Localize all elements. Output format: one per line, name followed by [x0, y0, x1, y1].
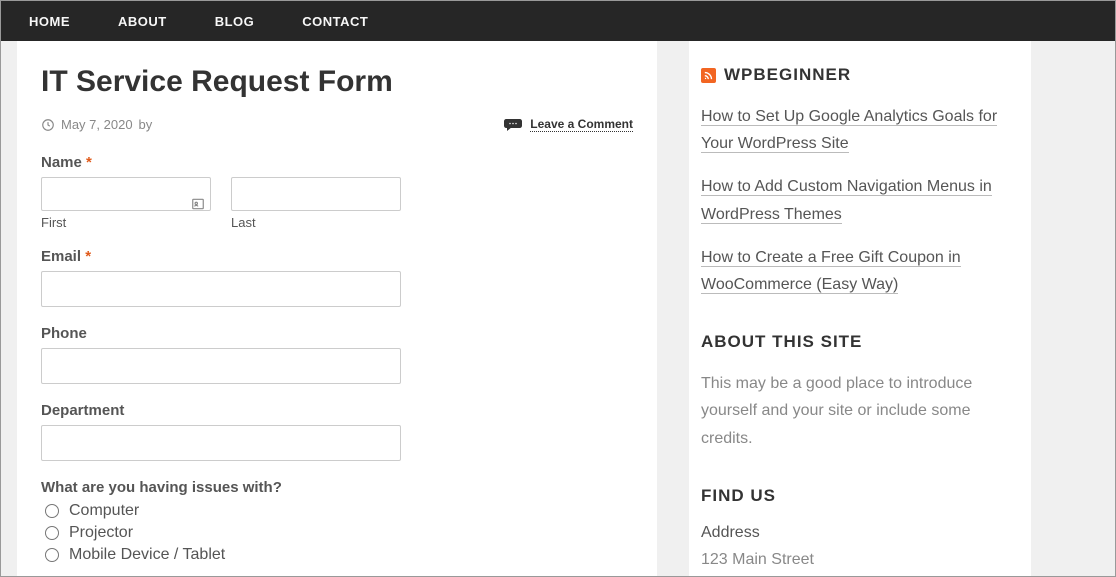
address-label: Address	[701, 524, 1015, 542]
issue-option-computer: Computer	[69, 502, 139, 520]
issue-radio-mobile[interactable]	[45, 548, 59, 562]
email-input[interactable]	[41, 271, 401, 307]
sidebar: WPBEGINNER How to Set Up Google Analytic…	[689, 41, 1031, 576]
post-meta: May 7, 2020 by Leave a Comment	[41, 117, 633, 132]
rss-icon	[701, 68, 716, 83]
contact-card-icon	[191, 197, 205, 211]
department-label: Department	[41, 402, 633, 419]
widget-about: ABOUT THIS SITE This may be a good place…	[701, 332, 1031, 452]
top-nav: HOME ABOUT BLOG CONTACT	[1, 1, 1115, 41]
issue-option-mobile: Mobile Device / Tablet	[69, 546, 225, 564]
last-name-input[interactable]	[231, 177, 401, 211]
first-name-input[interactable]	[41, 177, 211, 211]
comment-icon	[504, 118, 522, 132]
feed-link-0[interactable]: How to Set Up Google Analytics Goals for…	[701, 108, 997, 153]
feed-link-1[interactable]: How to Add Custom Navigation Menus in Wo…	[701, 178, 992, 223]
issue-radio-projector[interactable]	[45, 526, 59, 540]
address-line2: New York, NY 10001	[701, 573, 1015, 576]
about-text: This may be a good place to introduce yo…	[701, 370, 1015, 452]
issues-label: What are you having issues with?	[41, 479, 633, 496]
nav-about[interactable]: ABOUT	[118, 14, 167, 29]
post-date: May 7, 2020	[61, 117, 133, 132]
feed-link-2[interactable]: How to Create a Free Gift Coupon in WooC…	[701, 249, 961, 294]
last-sublabel: Last	[231, 215, 401, 230]
nav-blog[interactable]: BLOG	[215, 14, 255, 29]
feed-title: WPBEGINNER	[724, 65, 851, 85]
widget-feed: WPBEGINNER How to Set Up Google Analytic…	[701, 65, 1031, 298]
issue-option-projector: Projector	[69, 524, 133, 542]
department-input[interactable]	[41, 425, 401, 461]
address-line1: 123 Main Street	[701, 546, 1015, 573]
first-sublabel: First	[41, 215, 211, 230]
issue-radio-computer[interactable]	[45, 504, 59, 518]
leave-comment-link[interactable]: Leave a Comment	[530, 117, 633, 132]
phone-input[interactable]	[41, 348, 401, 384]
nav-contact[interactable]: CONTACT	[302, 14, 368, 29]
main-content: IT Service Request Form May 7, 2020 by L…	[17, 41, 657, 576]
name-label: Name *	[41, 154, 633, 171]
phone-label: Phone	[41, 325, 633, 342]
widget-findus: FIND US Address 123 Main Street New York…	[701, 486, 1031, 576]
page-title: IT Service Request Form	[41, 65, 633, 99]
nav-home[interactable]: HOME	[29, 14, 70, 29]
findus-title: FIND US	[701, 486, 1015, 506]
clock-icon	[41, 118, 55, 132]
about-title: ABOUT THIS SITE	[701, 332, 1015, 352]
post-by: by	[139, 117, 153, 132]
email-label: Email *	[41, 248, 633, 265]
